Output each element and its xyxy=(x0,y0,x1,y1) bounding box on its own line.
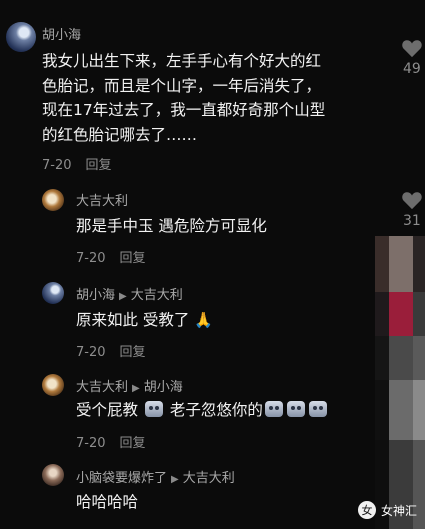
reply-to-name[interactable]: 大吉大利 xyxy=(131,288,183,303)
avatar[interactable] xyxy=(42,189,64,211)
comment-meta: 7-20 回复 xyxy=(76,247,146,266)
comment-line: 我女儿出生下来，左手手心有个好大的红 xyxy=(42,52,322,70)
comment-text: 哈哈哈哈 xyxy=(76,493,139,511)
avatar[interactable] xyxy=(42,464,64,486)
reply-arrow-icon: ▶ xyxy=(132,383,140,394)
reply-button[interactable]: 回复 xyxy=(120,251,146,266)
reply-button[interactable]: 回复 xyxy=(86,158,112,173)
comment-author: 小脑袋要爆炸了 ▶ 大吉大利 xyxy=(76,467,235,486)
comment-date: 7-20 xyxy=(76,345,106,360)
author-name[interactable]: 小脑袋要爆炸了 xyxy=(76,471,167,486)
watermark-label: 女神汇 xyxy=(380,503,417,518)
comment-text: 原来如此 受教了 🙏 xyxy=(76,308,213,332)
comment-text: 那是手中玉 遇危险方可显化 xyxy=(76,217,267,235)
watermark: 女 女神汇 xyxy=(357,501,417,519)
comment-meta: 7-20 回复 xyxy=(76,341,146,360)
reply-button[interactable]: 回复 xyxy=(120,345,146,360)
cat-emoji-icon xyxy=(308,401,327,417)
cat-emoji-icon xyxy=(264,401,283,417)
comment-text-content: 受个屁教 xyxy=(76,401,139,419)
comment-date: 7-20 xyxy=(42,158,72,173)
author-name[interactable]: 大吉大利 xyxy=(76,380,128,395)
comment-text-content: 原来如此 受教了 xyxy=(76,311,190,329)
comment-date: 7-20 xyxy=(76,251,106,266)
reply-arrow-icon: ▶ xyxy=(171,474,179,485)
like-count: 31 xyxy=(403,213,421,229)
comment-line: 色胎记，而且是个山字，一年后消失了， xyxy=(42,77,322,95)
reply-arrow-icon: ▶ xyxy=(119,291,127,302)
reply-to-name[interactable]: 大吉大利 xyxy=(183,471,235,486)
comment-text: 受个屁教 老子忽悠你的 xyxy=(76,398,329,422)
comment-text-content: 老子忽悠你的 xyxy=(169,401,263,419)
comment-date: 7-20 xyxy=(76,436,106,451)
cat-emoji-icon xyxy=(286,401,305,417)
like-count: 49 xyxy=(403,61,421,77)
comment-author: 大吉大利 ▶ 胡小海 xyxy=(76,376,183,395)
cat-emoji-icon xyxy=(144,401,163,417)
pixelated-overlay xyxy=(375,236,425,529)
author-name[interactable]: 胡小海 xyxy=(76,288,115,303)
comment-line: 的红色胎记哪去了…… xyxy=(42,126,198,144)
comment-meta: 7-20 回复 xyxy=(76,432,146,451)
avatar[interactable] xyxy=(42,282,64,304)
pray-emoji-icon: 🙏 xyxy=(194,311,214,329)
reply-to-name[interactable]: 胡小海 xyxy=(144,380,183,395)
avatar[interactable] xyxy=(42,374,64,396)
comment-author[interactable]: 大吉大利 xyxy=(76,190,128,209)
comment-author[interactable]: 胡小海 xyxy=(42,24,81,43)
comment-author: 胡小海 ▶ 大吉大利 xyxy=(76,284,183,303)
watermark-logo-icon: 女 xyxy=(357,501,376,519)
comment-line: 现在17年过去了，我一直都好奇那个山型 xyxy=(42,101,326,119)
heart-icon[interactable] xyxy=(401,190,423,210)
heart-icon[interactable] xyxy=(401,38,423,58)
reply-button[interactable]: 回复 xyxy=(120,436,146,451)
avatar[interactable] xyxy=(6,22,36,52)
comment-meta: 7-20 回复 xyxy=(42,154,112,173)
